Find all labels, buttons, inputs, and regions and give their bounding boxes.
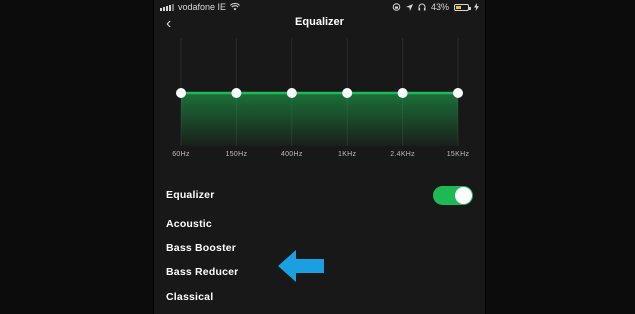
eq-fill-area (181, 93, 458, 146)
lock-rotation-icon (392, 3, 401, 11)
band-handle-150hz[interactable] (231, 88, 242, 98)
preset-classical[interactable]: Classical (166, 291, 213, 303)
freq-label: 60Hz (172, 151, 190, 158)
equalizer-graph[interactable]: 60Hz 150Hz 400Hz 1KHz 2.4KHz 15KHz (154, 36, 485, 166)
equalizer-setting-row: Equalizer (166, 185, 473, 205)
freq-label: 150Hz (225, 151, 248, 158)
band-handle-2.4khz[interactable] (397, 88, 408, 98)
band-handle-1khz[interactable] (342, 88, 353, 98)
wifi-icon (230, 3, 241, 11)
signal-icon (160, 3, 174, 11)
freq-label: 2.4KHz (390, 151, 415, 158)
freq-label: 1KHz (338, 151, 357, 158)
status-bar: vodafone IE 43% (154, 0, 485, 14)
freq-label: 15KHz (446, 151, 470, 158)
carrier-name: vodafone IE (178, 2, 227, 12)
equalizer-toggle-label: Equalizer (166, 189, 215, 201)
freq-label: 400Hz (280, 151, 303, 158)
charging-icon (474, 3, 479, 11)
toggle-knob (455, 186, 472, 204)
location-icon (405, 3, 413, 11)
preset-bass-booster[interactable]: Bass Booster (166, 242, 236, 254)
preset-acoustic[interactable]: Acoustic (166, 218, 212, 230)
equalizer-toggle[interactable] (433, 185, 473, 205)
preset-bass-reducer[interactable]: Bass Reducer (166, 266, 238, 278)
band-handle-15khz[interactable] (453, 88, 463, 98)
arrow-left-icon (278, 250, 324, 282)
band-handle-400hz[interactable] (286, 88, 297, 98)
battery-icon (454, 3, 471, 11)
band-handle-60hz[interactable] (176, 88, 186, 98)
equalizer-curve (176, 38, 463, 146)
battery-percent: 43% (430, 2, 449, 12)
headphones-icon (418, 3, 426, 11)
page-title: Equalizer (295, 16, 344, 28)
